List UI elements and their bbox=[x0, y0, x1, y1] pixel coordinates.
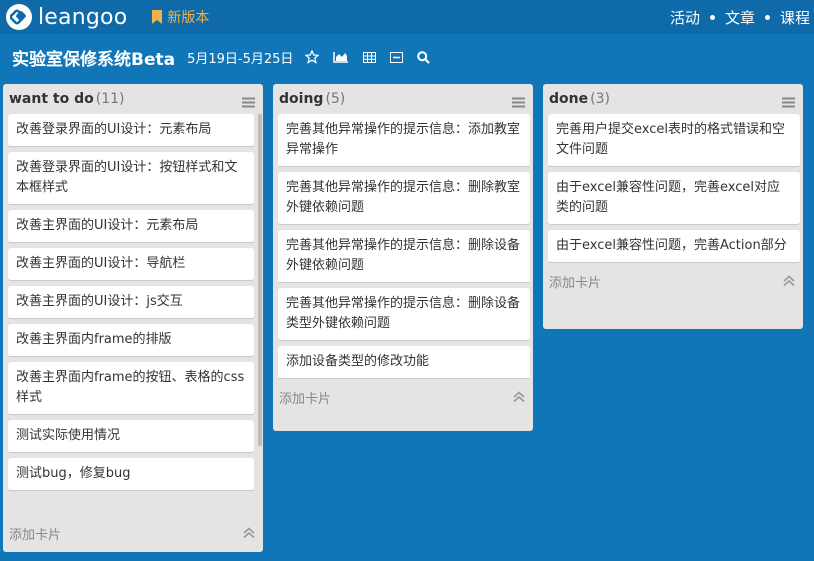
add-card-button[interactable]: 添加卡片 bbox=[279, 388, 331, 407]
card[interactable]: 由于excel兼容性问题，完善Action部分 bbox=[548, 230, 800, 263]
list-done: done (3) 完善用户提交excel表时的格式错误和空文件问题 由于exce… bbox=[543, 84, 803, 329]
list-card-count: (3) bbox=[590, 91, 610, 107]
add-card-button[interactable]: 添加卡片 bbox=[9, 524, 61, 543]
menu-icon[interactable] bbox=[242, 93, 255, 112]
card[interactable]: 改善主界面的UI设计：元素布局 bbox=[8, 210, 254, 243]
nav-activity[interactable]: 活动 bbox=[670, 7, 700, 28]
app-name: leangoo bbox=[38, 4, 128, 30]
list-title[interactable]: done bbox=[549, 91, 588, 107]
area-chart-icon[interactable] bbox=[333, 51, 349, 63]
leangoo-logo-icon bbox=[6, 4, 32, 30]
board-icon[interactable] bbox=[390, 51, 404, 63]
bookmark-icon bbox=[152, 10, 163, 24]
list-doing: doing (5) 完善其他异常操作的提示信息：添加教室异常操作 完善其他异常操… bbox=[273, 84, 533, 431]
new-version-label: 新版本 bbox=[167, 10, 210, 26]
card[interactable]: 改善主界面内frame的排版 bbox=[8, 324, 254, 357]
logo[interactable]: leangoo bbox=[6, 4, 127, 30]
list-scrollbar[interactable] bbox=[258, 114, 262, 446]
card-container: 完善其他异常操作的提示信息：添加教室异常操作 完善其他异常操作的提示信息：删除教… bbox=[273, 114, 533, 384]
card-container: 完善用户提交excel表时的格式错误和空文件问题 由于excel兼容性问题，完善… bbox=[543, 114, 803, 268]
chevron-up-icon[interactable] bbox=[513, 391, 525, 407]
top-navigation-bar: leangoo 新版本 活动 文章 课程 bbox=[0, 0, 814, 34]
nav-separator bbox=[764, 14, 770, 20]
nav-articles[interactable]: 文章 bbox=[725, 7, 755, 28]
list-card-count: (11) bbox=[95, 91, 125, 107]
card-container: 改善登录界面的UI设计：元素布局 改善登录界面的UI设计：按钮样式和文本框样式 … bbox=[3, 114, 263, 520]
card[interactable]: 测试bug，修复bug bbox=[8, 458, 254, 491]
list-card-count: (5) bbox=[325, 91, 346, 107]
table-icon[interactable] bbox=[363, 51, 377, 63]
card[interactable]: 改善主界面的UI设计：导航栏 bbox=[8, 248, 254, 281]
menu-icon[interactable] bbox=[782, 93, 795, 112]
list-want-to-do: want to do (11) 改善登录界面的UI设计：元素布局 改善登录界面的… bbox=[3, 84, 263, 552]
list-header: want to do (11) bbox=[3, 84, 263, 114]
nav-courses[interactable]: 课程 bbox=[780, 7, 810, 28]
menu-icon[interactable] bbox=[512, 93, 525, 112]
list-footer: 添加卡片 bbox=[273, 384, 533, 410]
list-footer: 添加卡片 bbox=[543, 268, 803, 294]
search-icon[interactable] bbox=[417, 50, 431, 64]
card[interactable]: 改善主界面的UI设计：js交互 bbox=[8, 286, 254, 319]
list-title[interactable]: doing bbox=[279, 91, 323, 107]
card[interactable]: 测试实际使用情况 bbox=[8, 420, 254, 453]
card[interactable]: 添加设备类型的修改功能 bbox=[278, 346, 530, 379]
card[interactable]: 完善用户提交excel表时的格式错误和空文件问题 bbox=[548, 114, 800, 167]
star-icon[interactable] bbox=[305, 50, 320, 64]
chevron-up-icon[interactable] bbox=[783, 275, 795, 291]
list-footer: 添加卡片 bbox=[3, 520, 263, 546]
board-title[interactable]: 实验室保修系统Beta bbox=[12, 45, 175, 70]
sprint-date-range[interactable]: 5月19日-5月25日 bbox=[187, 48, 293, 67]
chevron-up-icon[interactable] bbox=[243, 527, 255, 543]
add-card-button[interactable]: 添加卡片 bbox=[549, 272, 601, 291]
list-header: doing (5) bbox=[273, 84, 533, 114]
board-header: 实验室保修系统Beta 5月19日-5月25日 bbox=[0, 34, 814, 80]
card[interactable]: 改善登录界面的UI设计：按钮样式和文本框样式 bbox=[8, 152, 254, 205]
card[interactable]: 由于excel兼容性问题，完善excel对应类的问题 bbox=[548, 172, 800, 225]
card[interactable]: 完善其他异常操作的提示信息：删除设备外键依赖问题 bbox=[278, 230, 530, 283]
list-title[interactable]: want to do bbox=[9, 91, 94, 107]
card[interactable]: 改善主界面内frame的按钮、表格的css样式 bbox=[8, 362, 254, 415]
card[interactable]: 完善其他异常操作的提示信息：删除教室外键依赖问题 bbox=[278, 172, 530, 225]
nav-separator bbox=[709, 14, 715, 20]
card[interactable]: 完善其他异常操作的提示信息：删除设备类型外键依赖问题 bbox=[278, 288, 530, 341]
new-version-link[interactable]: 新版本 bbox=[151, 7, 209, 27]
card[interactable]: 改善登录界面的UI设计：元素布局 bbox=[8, 114, 254, 147]
card[interactable]: 完善其他异常操作的提示信息：添加教室异常操作 bbox=[278, 114, 530, 167]
top-nav-links: 活动 文章 课程 bbox=[670, 0, 810, 34]
list-header: done (3) bbox=[543, 84, 803, 114]
